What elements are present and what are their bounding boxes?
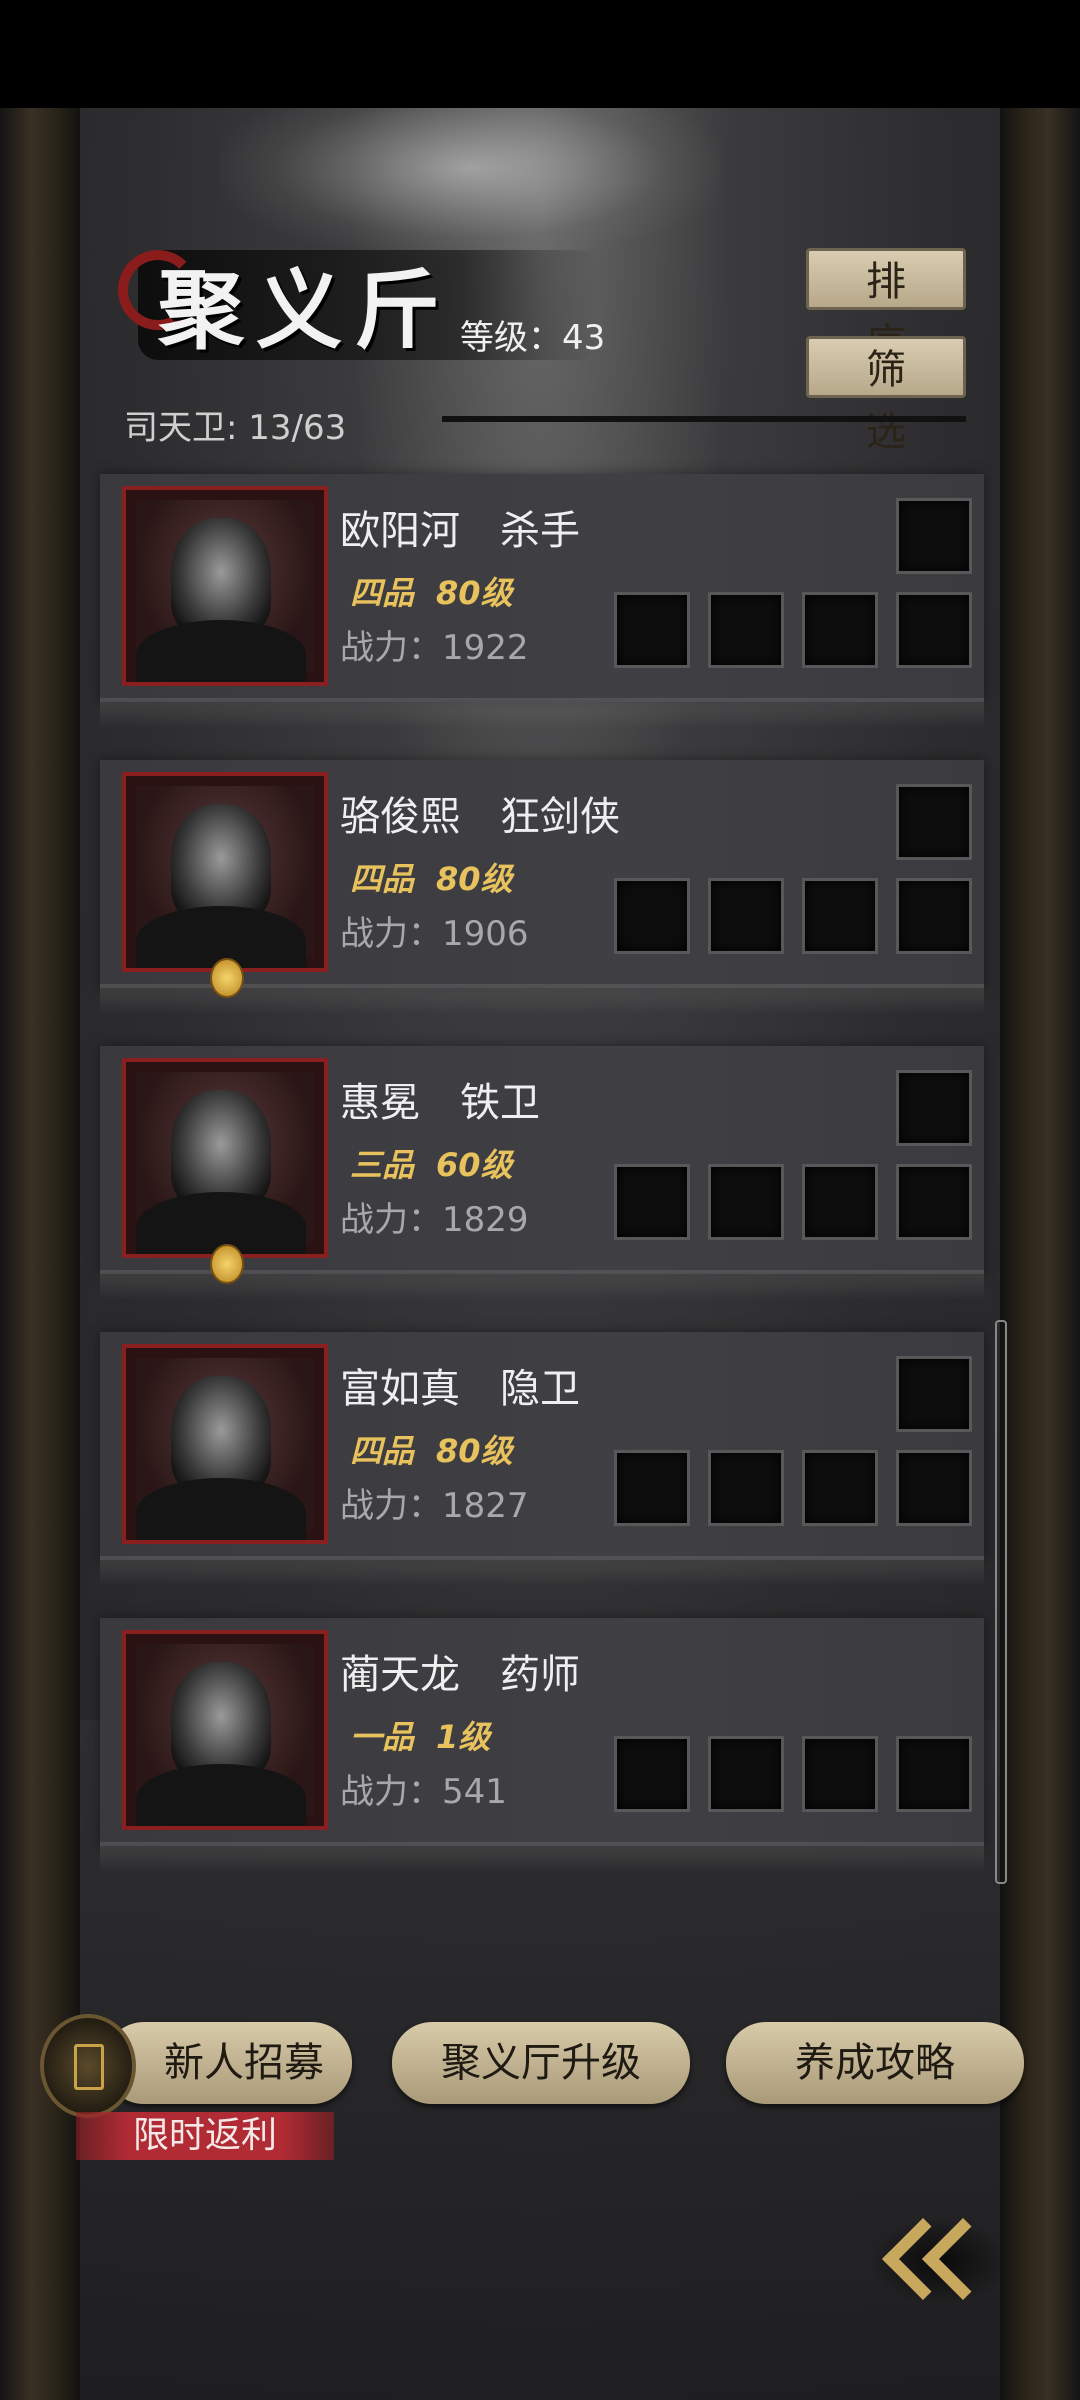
- equipment-slot[interactable]: [896, 592, 972, 668]
- hero-power: 战力：1827: [340, 1486, 529, 1526]
- equipment-slot[interactable]: [896, 1070, 972, 1146]
- equipment-slot[interactable]: [802, 878, 878, 954]
- equipment-slot[interactable]: [896, 1356, 972, 1432]
- equipment-slot[interactable]: [614, 1736, 690, 1812]
- scrollbar[interactable]: [995, 1320, 1007, 1884]
- hero-power: 战力：1922: [340, 628, 529, 668]
- hero-name: 惠冕 铁卫: [340, 1080, 540, 1126]
- hero-portrait[interactable]: [122, 1058, 328, 1258]
- status-bar: [0, 0, 1080, 108]
- hall-upgrade-button[interactable]: 聚义厅升级: [392, 2022, 690, 2104]
- equipment-slot[interactable]: [896, 1450, 972, 1526]
- equipment-slot[interactable]: [896, 784, 972, 860]
- hero-card[interactable]: 蔺天龙 药师 一品 1级 战力：541: [100, 1618, 984, 1872]
- hero-rank: 四品 80级: [350, 854, 513, 900]
- hero-grade: 四品: [350, 860, 415, 898]
- hero-power: 战力：541: [340, 1772, 507, 1812]
- recruit-button[interactable]: 新人招募: [104, 2022, 352, 2104]
- hero-card[interactable]: 骆俊熙 狂剑侠 四品 80级 战力：1906: [100, 760, 984, 1014]
- hero-level: 80级: [436, 1432, 513, 1470]
- hero-power: 战力：1906: [340, 914, 529, 954]
- hero-portrait[interactable]: [122, 772, 328, 972]
- equipment-slot[interactable]: [896, 1736, 972, 1812]
- equipment-slot[interactable]: [802, 592, 878, 668]
- hero-name: 蔺天龙 药师: [340, 1652, 580, 1698]
- hero-rank: 三品 60级: [350, 1140, 513, 1186]
- hero-grade: 一品: [350, 1718, 415, 1756]
- hero-name: 欧阳河 杀手: [340, 508, 580, 554]
- equipment-slot[interactable]: [802, 1164, 878, 1240]
- equipment-slot[interactable]: [896, 498, 972, 574]
- equipment-slot[interactable]: [708, 878, 784, 954]
- divider: [442, 416, 966, 422]
- hero-level: 80级: [436, 860, 513, 898]
- hero-card[interactable]: 惠冕 铁卫 三品 60级 战力：1829: [100, 1046, 984, 1300]
- hero-portrait[interactable]: [122, 486, 328, 686]
- hero-level: 60级: [436, 1146, 513, 1184]
- equipment-slot[interactable]: [708, 1736, 784, 1812]
- hero-power: 战力：1829: [340, 1200, 529, 1240]
- training-guide-button[interactable]: 养成攻略: [726, 2022, 1024, 2104]
- equipment-slot[interactable]: [896, 1164, 972, 1240]
- equipment-slot[interactable]: [802, 1736, 878, 1812]
- filter-button[interactable]: 筛 选: [806, 336, 966, 455]
- hall-level: 等级：43: [460, 318, 606, 358]
- hero-name: 富如真 隐卫: [340, 1366, 580, 1412]
- hero-grade: 四品: [350, 574, 415, 612]
- equipment-slot[interactable]: [614, 1164, 690, 1240]
- equipment-slot[interactable]: [708, 1164, 784, 1240]
- equipment-slot[interactable]: [896, 878, 972, 954]
- sort-button[interactable]: 排 序: [806, 248, 966, 367]
- equipment-slot[interactable]: [802, 1450, 878, 1526]
- hero-grade: 三品: [350, 1146, 415, 1184]
- limited-rebate-banner[interactable]: 限时返利: [76, 2112, 334, 2160]
- hero-level: 80级: [436, 574, 513, 612]
- hero-portrait[interactable]: [122, 1630, 328, 1830]
- awaken-badge-icon: [210, 1244, 244, 1284]
- recruit-token-icon: [40, 2014, 136, 2118]
- hero-portrait[interactable]: [122, 1344, 328, 1544]
- equipment-slot[interactable]: [614, 878, 690, 954]
- equipment-slot[interactable]: [708, 1450, 784, 1526]
- equipment-slot[interactable]: [614, 1450, 690, 1526]
- hero-rank: 四品 80级: [350, 1426, 513, 1472]
- back-button[interactable]: [860, 2196, 1010, 2316]
- hero-rank: 四品 80级: [350, 568, 513, 614]
- awaken-badge-icon: [210, 958, 244, 998]
- equipment-slot[interactable]: [614, 592, 690, 668]
- hero-level: 1级: [436, 1718, 491, 1756]
- hero-card[interactable]: 富如真 隐卫 四品 80级 战力：1827: [100, 1332, 984, 1586]
- hero-grade: 四品: [350, 1432, 415, 1470]
- roster-count: 司天卫: 13/63: [124, 408, 347, 448]
- equipment-slot[interactable]: [708, 592, 784, 668]
- hero-name: 骆俊熙 狂剑侠: [340, 794, 620, 840]
- hero-rank: 一品 1级: [350, 1712, 490, 1758]
- page-title: 聚义斤: [158, 260, 452, 361]
- hero-card[interactable]: 欧阳河 杀手 四品 80级 战力：1922: [100, 474, 984, 728]
